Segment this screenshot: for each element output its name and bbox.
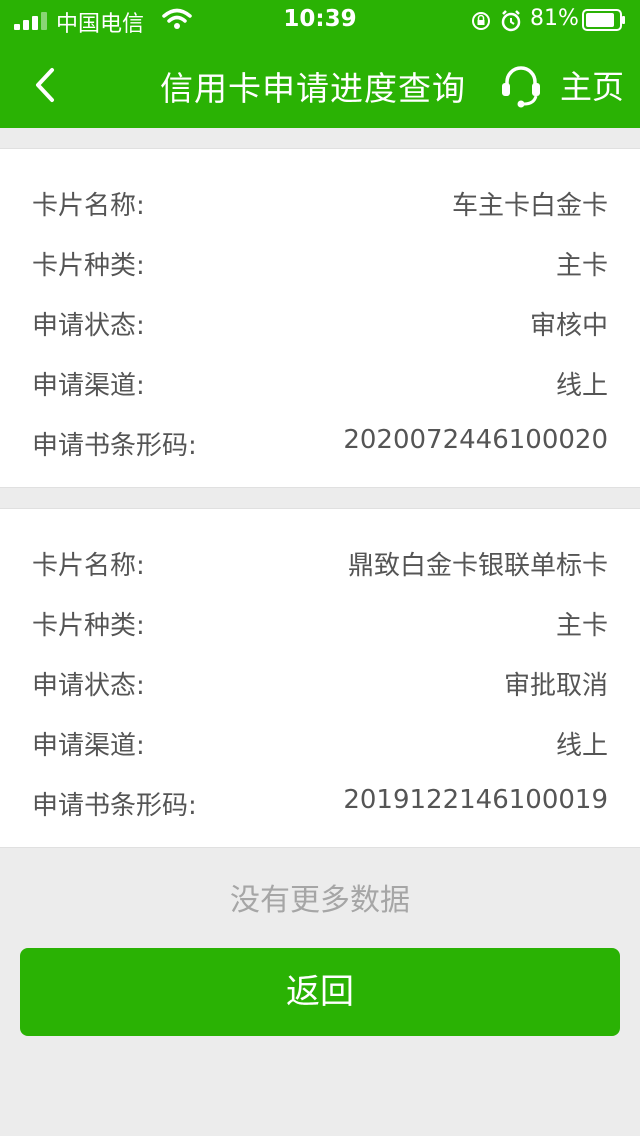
battery-percent: 81% <box>530 6 579 31</box>
row-value: 2019122146100019 <box>343 785 608 815</box>
battery-icon <box>582 9 625 31</box>
row-value: 2020072446100020 <box>343 425 608 455</box>
card-name-row: 卡片名称: 鼎致白金卡银联单标卡 <box>0 531 640 591</box>
customer-service-headset-icon[interactable] <box>498 62 544 108</box>
barcode-row: 申请书条形码: 2019122146100019 <box>0 771 640 831</box>
barcode-row: 申请书条形码: 2020072446100020 <box>0 411 640 471</box>
application-channel-row: 申请渠道: 线上 <box>0 711 640 771</box>
row-value: 主卡 <box>555 251 608 281</box>
row-value: 审核中 <box>529 311 608 341</box>
application-card-2: 卡片名称: 鼎致白金卡银联单标卡 卡片种类: 主卡 申请状态: 审批取消 申请渠… <box>0 508 640 848</box>
card-type-row: 卡片种类: 主卡 <box>0 231 640 291</box>
card-type-row: 卡片种类: 主卡 <box>0 591 640 651</box>
navigation-bar: 信用卡申请进度查询 主页 <box>0 40 640 128</box>
row-label: 申请渠道: <box>32 731 145 761</box>
row-label: 申请状态: <box>32 311 145 341</box>
row-label: 申请书条形码: <box>32 431 197 461</box>
row-label: 卡片种类: <box>32 611 145 641</box>
application-channel-row: 申请渠道: 线上 <box>0 351 640 411</box>
row-label: 申请渠道: <box>32 371 145 401</box>
card-name-row: 卡片名称: 车主卡白金卡 <box>0 171 640 231</box>
top-bar: 中国电信 10:39 81% 信用卡申请进度查询 主页 <box>0 0 640 128</box>
home-link[interactable]: 主页 <box>560 62 624 108</box>
row-label: 卡片种类: <box>32 251 145 281</box>
row-value: 线上 <box>555 371 608 401</box>
no-more-data-text: 没有更多数据 <box>230 883 410 918</box>
row-label: 卡片名称: <box>32 551 145 581</box>
application-card-1: 卡片名称: 车主卡白金卡 卡片种类: 主卡 申请状态: 审核中 申请渠道: 线上… <box>0 148 640 488</box>
row-value: 车主卡白金卡 <box>451 191 608 221</box>
row-value: 审批取消 <box>503 671 608 701</box>
application-status-row: 申请状态: 审批取消 <box>0 651 640 711</box>
lock-alarm-icons <box>472 10 521 32</box>
back-arrow-icon[interactable] <box>26 60 66 110</box>
row-value: 鼎致白金卡银联单标卡 <box>347 551 608 581</box>
row-label: 申请状态: <box>32 671 145 701</box>
status-bar: 中国电信 10:39 81% <box>0 0 640 40</box>
back-button[interactable]: 返回 <box>20 948 620 1036</box>
page-title: 信用卡申请进度查询 <box>160 69 466 108</box>
row-value: 线上 <box>555 731 608 761</box>
application-status-row: 申请状态: 审核中 <box>0 291 640 351</box>
row-label: 申请书条形码: <box>32 791 197 821</box>
row-value: 主卡 <box>555 611 608 641</box>
row-label: 卡片名称: <box>32 191 145 221</box>
